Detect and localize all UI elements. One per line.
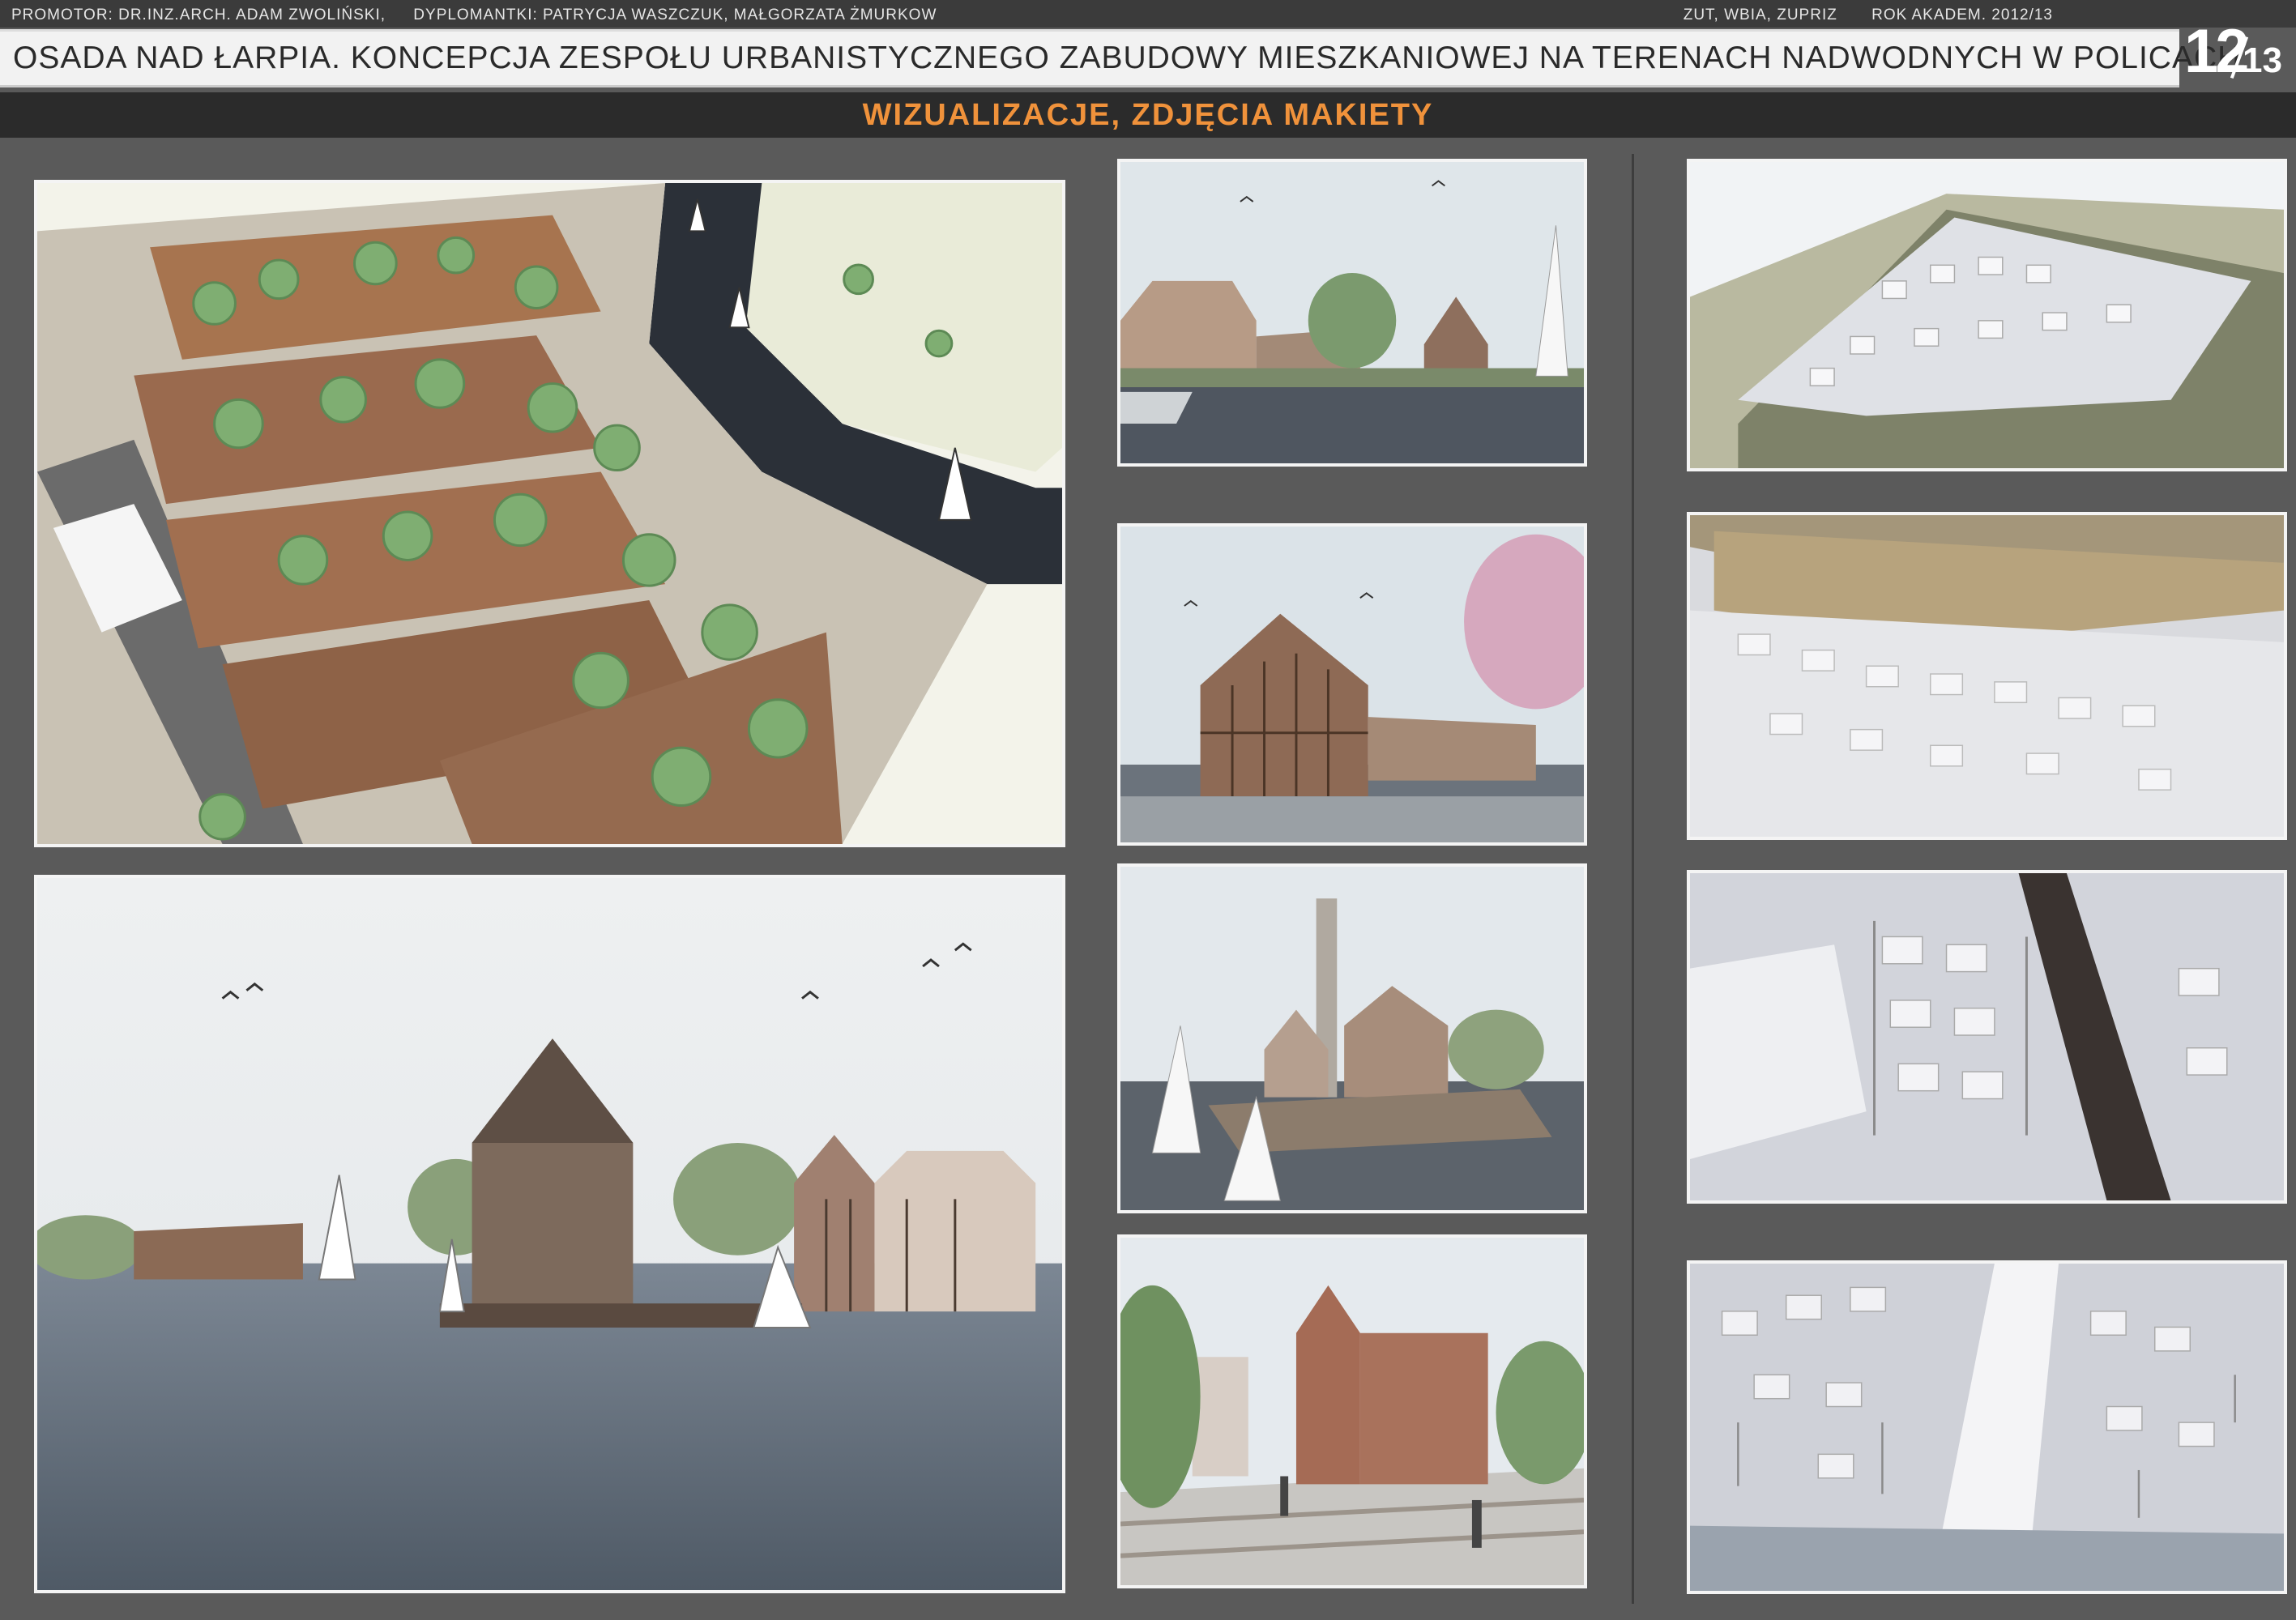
model-photo-3 <box>1687 870 2287 1204</box>
subtitle-bar: WIZUALIZACJE, ZDJĘCIA MAKIETY <box>0 92 2296 138</box>
credits: PROMOTOR: DR.INZ.ARCH. ADAM ZWOLIŃSKI, D… <box>11 6 959 24</box>
page-title-bar: OSADA NAD ŁARPIA. KONCEPCJA ZESPOŁU URBA… <box>0 29 2250 87</box>
visualization-street <box>1117 1234 1587 1588</box>
school-text: ZUT, WBIA, ZUPRIZ <box>1683 6 1837 23</box>
model-photo-1 <box>1687 159 2287 471</box>
year-text: ROK AKADEM. 2012/13 <box>1871 6 2053 23</box>
page-number: 12 13 <box>2181 11 2296 92</box>
visualization-chimney-square <box>1117 863 1587 1213</box>
page-current: 12 <box>2184 17 2250 86</box>
visualization-glass-hall <box>1117 523 1587 846</box>
waterfront-panorama <box>34 875 1065 1593</box>
school-info: ZUT, WBIA, ZUPRIZ ROK AKADEM. 2012/13 <box>1654 6 2053 24</box>
top-credits-bar: PROMOTOR: DR.INZ.ARCH. ADAM ZWOLIŃSKI, D… <box>0 0 2296 28</box>
page-subtitle: WIZUALIZACJE, ZDJĘCIA MAKIETY <box>862 97 1434 132</box>
promotor-text: PROMOTOR: DR.INZ.ARCH. ADAM ZWOLIŃSKI, <box>11 6 386 23</box>
column-divider <box>1632 154 1634 1604</box>
visualization-harbour <box>1117 159 1587 467</box>
authors-text: DYPLOMANTKI: PATRYCJA WASZCZUK, MAŁGORZA… <box>413 6 937 23</box>
page-total: 13 <box>2243 40 2282 80</box>
model-photo-4 <box>1687 1260 2287 1594</box>
page-title: OSADA NAD ŁARPIA. KONCEPCJA ZESPOŁU URBA… <box>13 40 2251 75</box>
model-photo-2 <box>1687 512 2287 840</box>
aerial-visualization <box>34 180 1065 847</box>
